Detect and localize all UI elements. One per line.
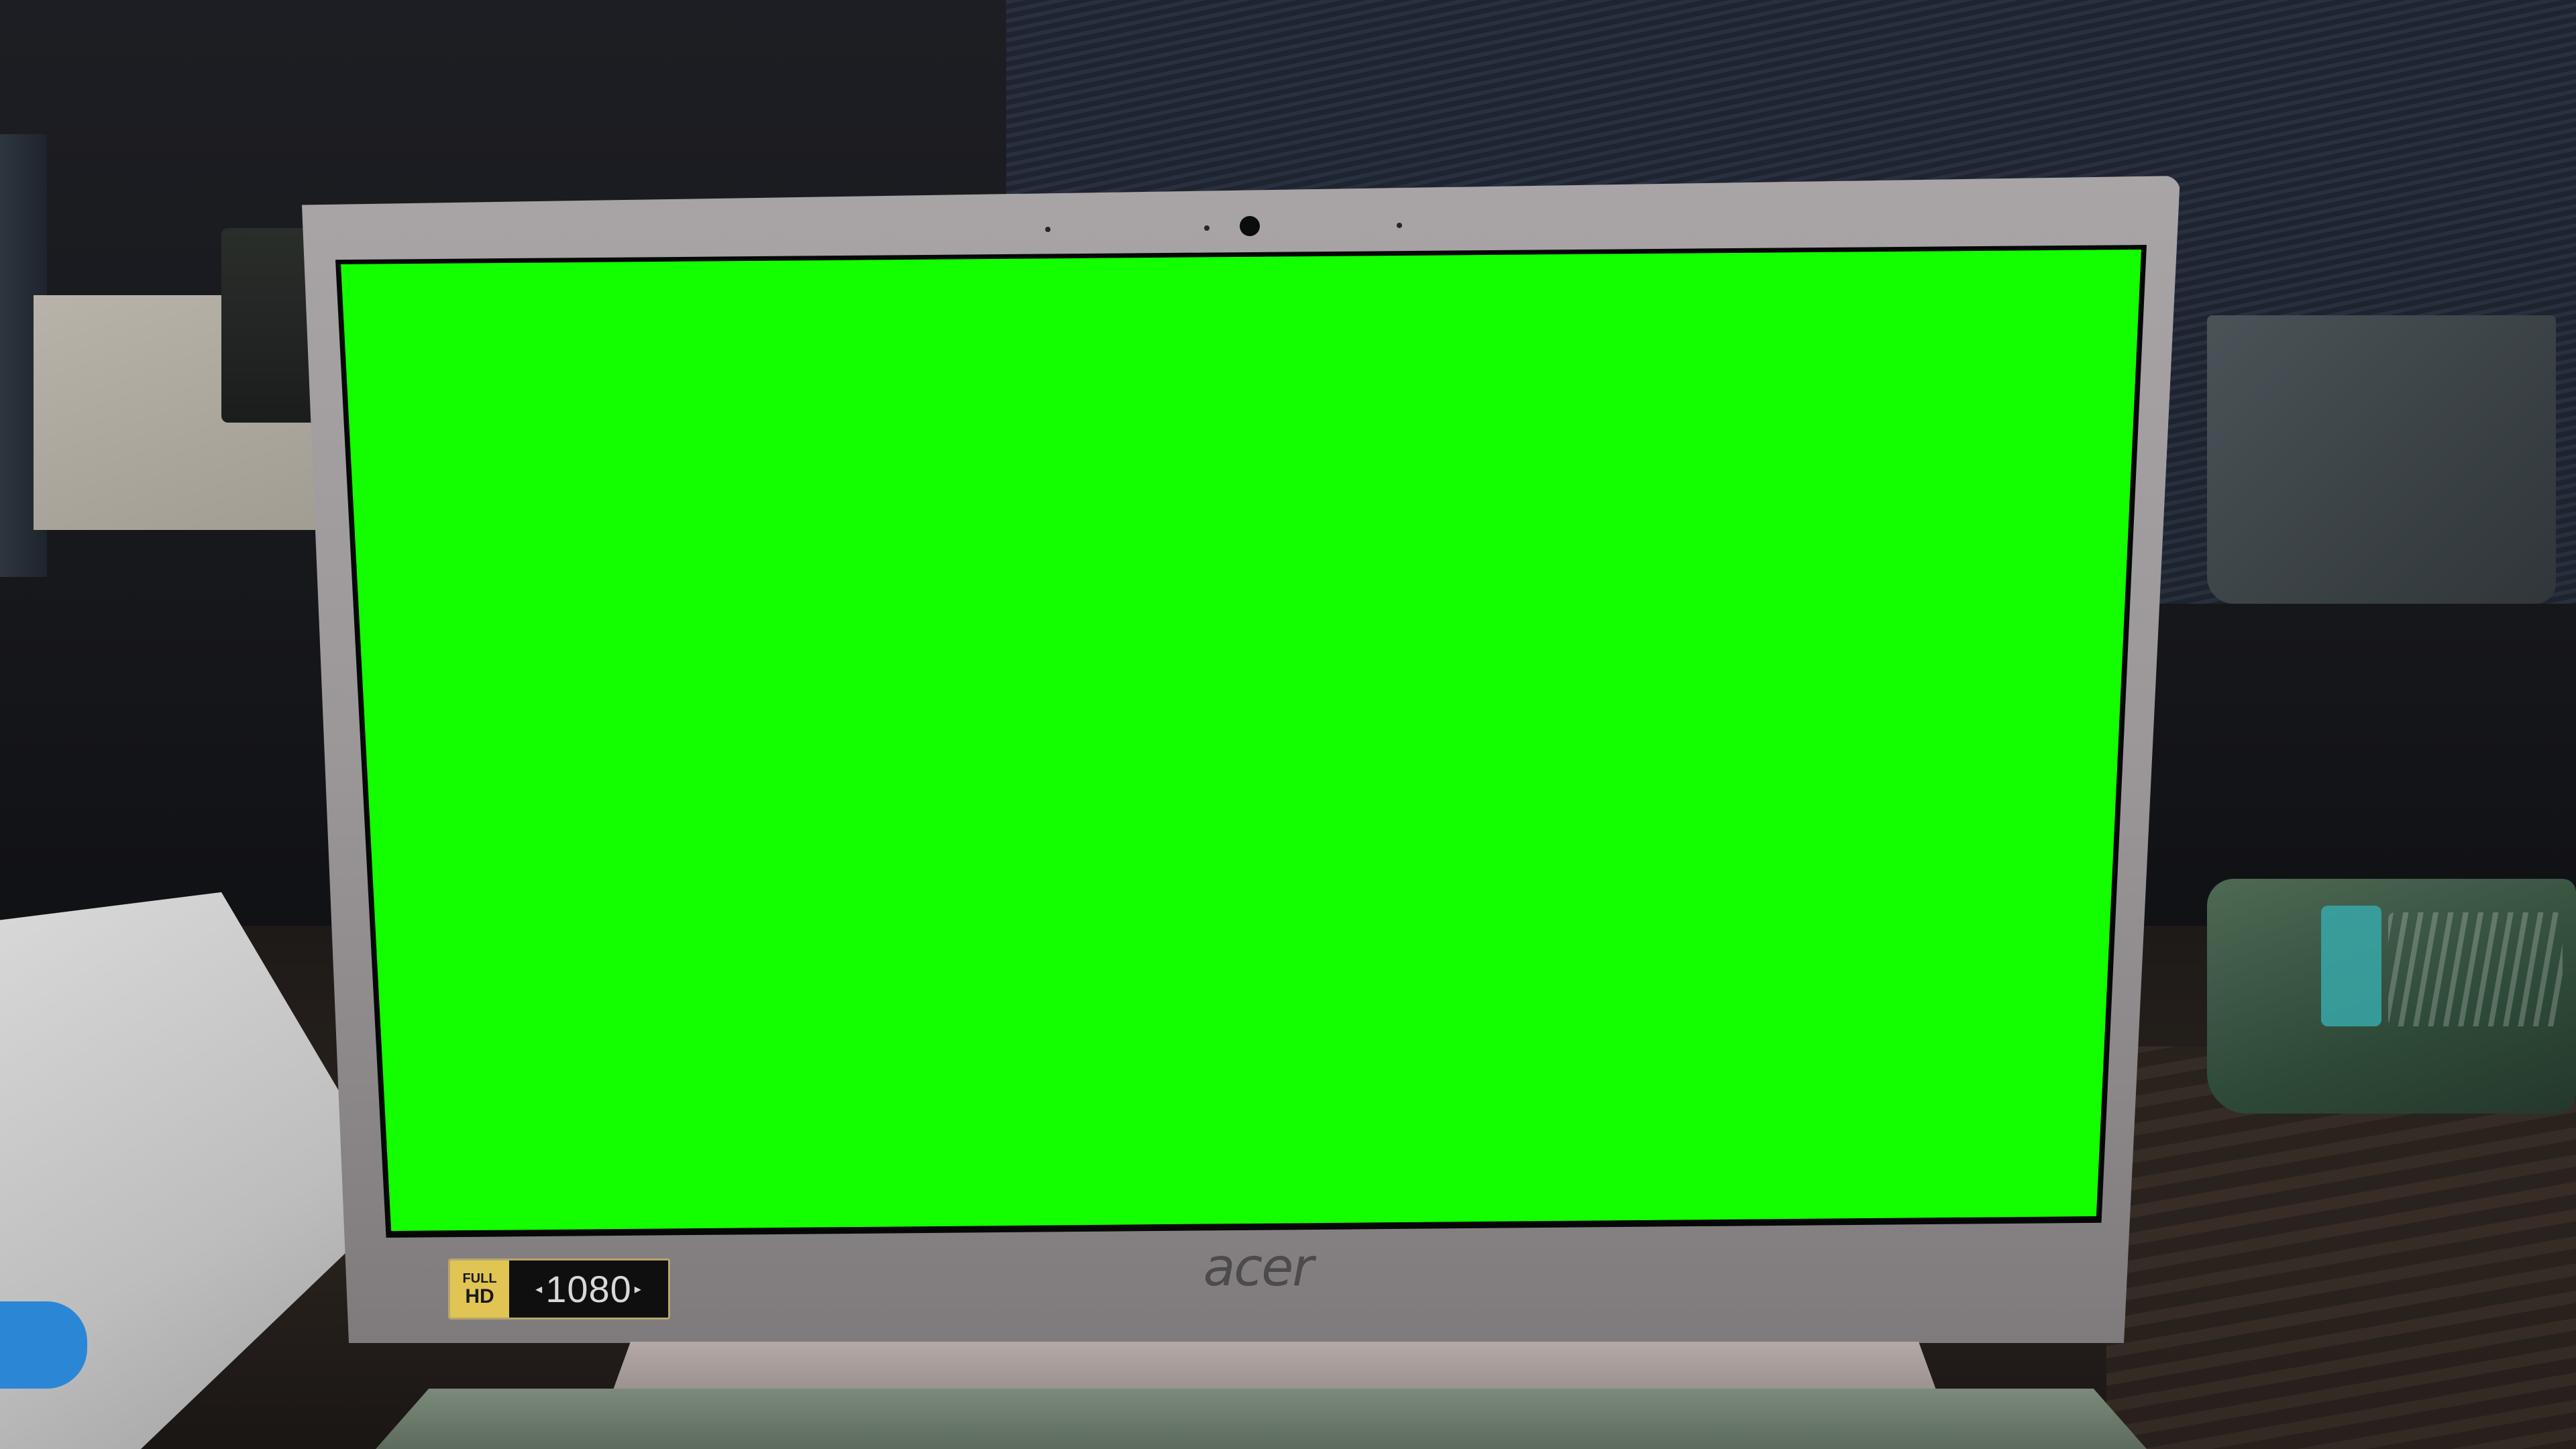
grey-cloth	[2207, 315, 2556, 604]
laptop-base	[376, 1389, 2147, 1449]
package-print	[2388, 912, 2563, 1026]
arrow-right-icon: ▸	[634, 1282, 642, 1297]
photo-scene: acer FULL HD ◂ 1080 ▸	[0, 0, 2576, 1449]
badge-hd-label: FULL HD	[450, 1260, 509, 1318]
brand-logo: acer	[1203, 1238, 1314, 1298]
sensor-dot	[1204, 225, 1210, 231]
badge-resolution-text: 1080	[545, 1268, 632, 1310]
sensor-dot	[1045, 227, 1051, 232]
badge-hd-text: HD	[465, 1285, 494, 1307]
badge-full-text: FULL	[462, 1271, 497, 1286]
full-hd-badge: FULL HD ◂ 1080 ▸	[448, 1258, 670, 1320]
webcam-icon	[1240, 216, 1260, 236]
green-screen	[341, 250, 2141, 1231]
arrow-left-icon: ◂	[535, 1282, 543, 1297]
sensor-dot	[1397, 223, 1402, 228]
package-label	[2321, 906, 2381, 1026]
blue-pen	[0, 1301, 87, 1389]
badge-resolution: ◂ 1080 ▸	[509, 1260, 668, 1318]
